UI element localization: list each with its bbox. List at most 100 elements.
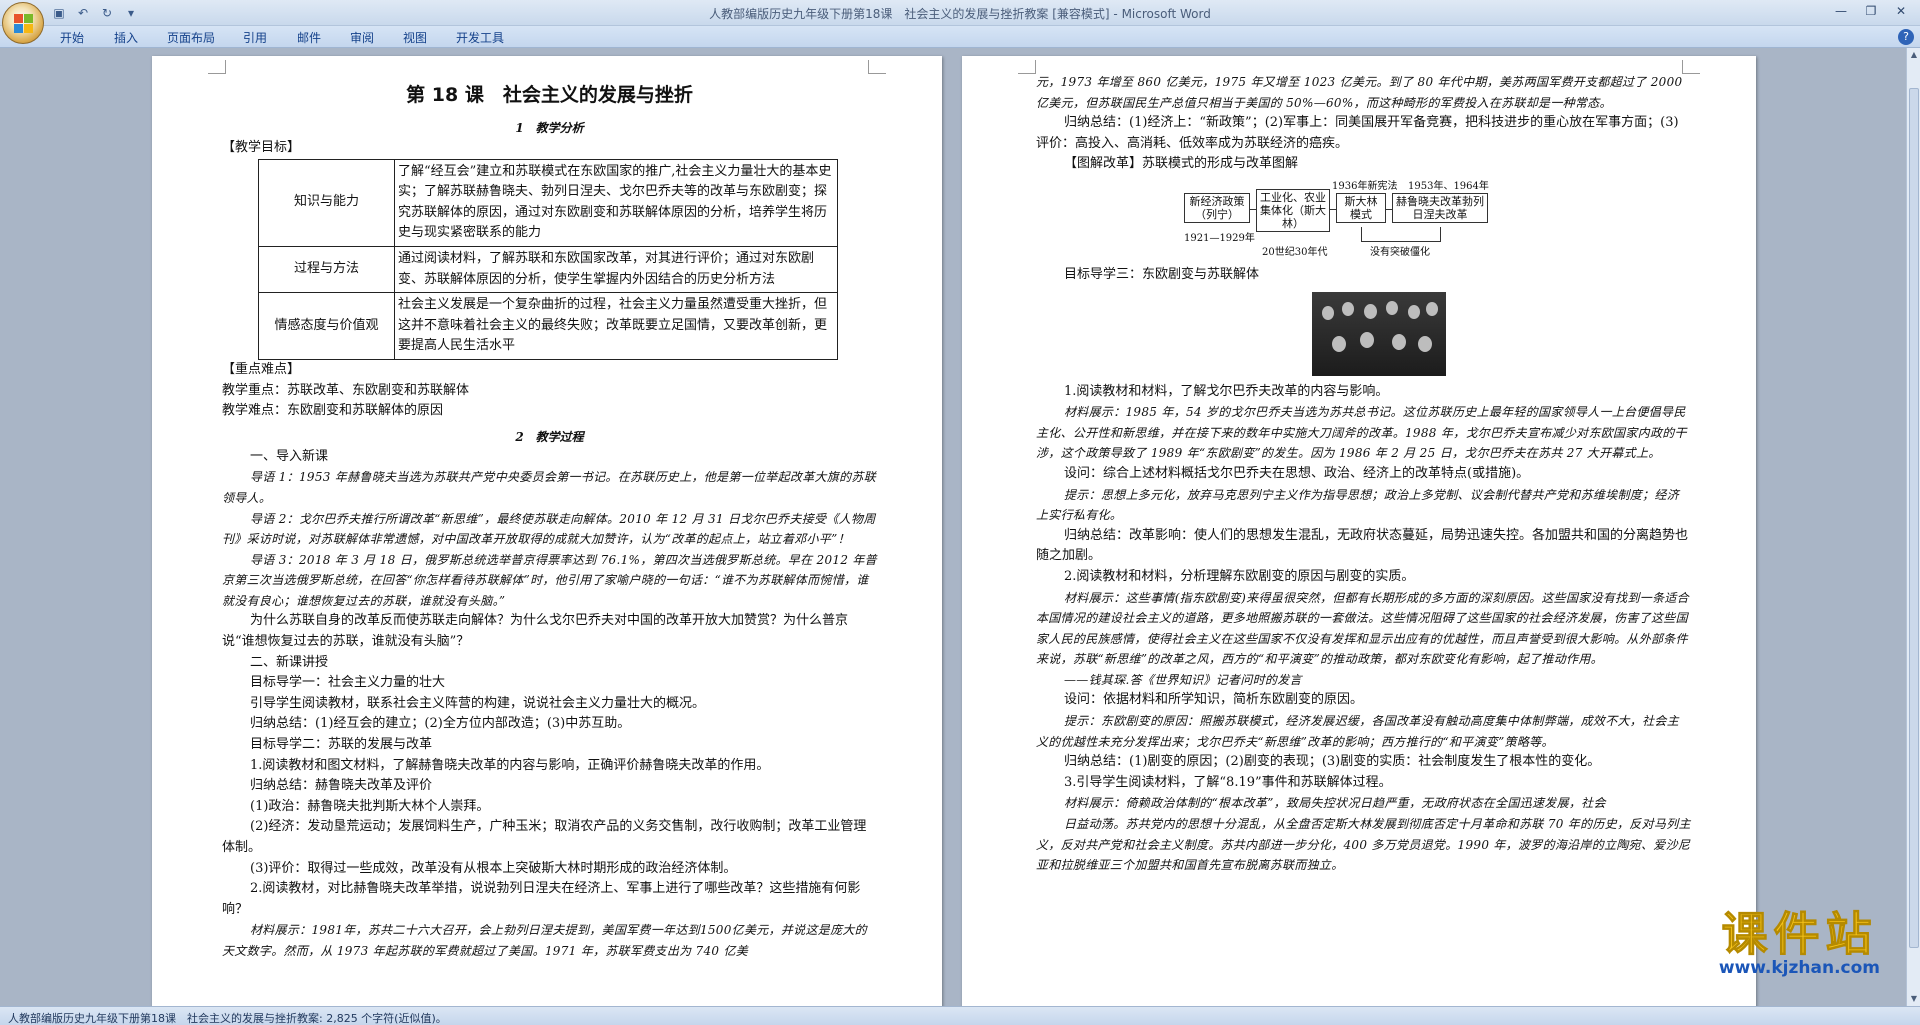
paragraph: 二、新课讲授 [250,654,329,670]
crop-mark [1018,60,1036,74]
watermark-logo: 课件站 www.kjzhan.com [1718,907,1880,979]
tab-home[interactable]: 开始 [60,29,84,46]
paragraph: 目标导学一：社会主义力量的壮大 [250,675,446,691]
window-title: 人教部编版历史九年级下册第18课 社会主义的发展与挫折教案 [兼容模式] - M… [709,7,1211,21]
minimize-icon[interactable]: — [1828,2,1854,20]
watermark-url: www.kjzhan.com [1718,958,1880,978]
paragraph: 归纳总结：(1)剧变的原因；(2)剧变的表现；(3)剧变的实质：社会制度发生了根… [1064,754,1601,770]
paragraph: 材料展示：这些事情(指东欧剧变)来得虽很突然，但都有长期形成的多方面的深刻原因。… [1036,590,1689,667]
vertical-scrollbar[interactable]: ▲ ▼ [1906,48,1920,1006]
table-row: 过程与方法 通过阅读材料，了解苏联和东欧国家改革，对其进行评价；通过对东欧剧变、… [258,245,838,294]
paragraph: 引导学生阅读教材，联系社会主义阵营的构建，说说社会主义力量壮大的概况。 [250,695,706,711]
paragraph: 材料展示：1985 年，54 岁的戈尔巴乔夫当选为苏共总书记。这位苏联历史上最年… [1036,405,1687,461]
paragraph: 导语 1：1953 年赫鲁晓夫当选为苏联共产党中央委员会第一书记。在苏联历史上，… [222,470,877,505]
historical-photo [1312,291,1446,376]
window-controls: — ❐ ✕ [1828,2,1914,20]
paragraph: 提示：东欧剧变的原因：照搬苏联模式，经济发展迟缓，各国改革没有触动高度集中体制弊… [1036,714,1680,749]
page-right[interactable]: 元，1973 年增至 860 亿美元，1975 年又增至 1023 亿美元。到了… [962,56,1756,1006]
tab-view[interactable]: 视图 [403,29,427,46]
watermark-text: 课件站 [1721,907,1878,961]
paragraph: 【图解改革】苏联模式的形成与改革图解 [1064,156,1299,172]
goal-value: 社会主义发展是一个复杂曲折的过程，社会主义力量虽然遭受重大挫折，但这并不意味着社… [394,292,838,360]
paragraph: 目标导学二：苏联的发展与改革 [250,737,433,753]
diagram-box: 新经济政策（列宁） [1184,192,1250,223]
goal-key: 知识与能力 [258,158,395,247]
paragraph: 提示：思想上多元化，放弃马克思列宁主义作为指导思想；政治上多党制、议会制代替共产… [1036,487,1680,523]
diagram-label: 1953年、1964年 [1408,180,1489,192]
paragraph: 为什么苏联自身的改革反而使苏联走向解体？为什么戈尔巴乔夫对中国的改革开放大加赞赏… [222,613,849,650]
scroll-down-icon[interactable]: ▼ [1909,994,1919,1004]
tab-developer[interactable]: 开发工具 [456,29,504,46]
diagram-box: 工业化、农业集体化（斯大林） [1256,188,1330,232]
diagram-connector [1361,240,1441,242]
diagram-label: 1936年新宪法 [1332,180,1398,192]
help-icon[interactable]: ? [1898,29,1914,45]
paragraph: 归纳总结：(1)经互会的建立；(2)全方位内部改造；(3)中苏互助。 [250,716,631,732]
diagram-label: 没有突破僵化 [1370,246,1430,258]
scroll-up-icon[interactable]: ▲ [1909,50,1919,60]
right-page-paragraphs-top: 元，1973 年增至 860 亿美元，1975 年又增至 1023 亿美元。到了… [1036,72,1691,175]
goal-value: 了解“经互会”建立和苏联模式在东欧国家的推广,社会主义力量壮大的基本史实；了解苏… [394,158,838,247]
paragraph: 材料展示：倚赖政治体制的“根本改革”，致局失控状况日趋严重，无政府状态在全国迅速… [1064,796,1606,811]
close-icon[interactable]: ✕ [1888,2,1914,20]
goals-label: 【教学目标】 [222,140,301,155]
paragraph: 归纳总结：赫鲁晓夫改革及评价 [250,778,433,794]
difficult-point: 教学难点：东欧剧变和苏联解体的原因 [222,403,444,419]
paragraph: 一、导入新课 [250,448,329,464]
diagram-label: 1921—1929年 [1184,232,1255,244]
office-logo-icon [14,14,34,34]
diagram-label: 20世纪30年代 [1262,246,1328,258]
key-label: 【重点难点】 [222,361,301,377]
tab-insert[interactable]: 插入 [114,29,138,46]
paragraph: 日益动荡。苏共党内的思想十分混乱，从全盘否定斯大林发展到彻底否定十月革命和苏联 … [1036,817,1691,873]
paragraph: (3)评价：取得过一些成效，改革没有从根本上突破斯大林时期形成的政治经济体制。 [250,860,737,876]
paragraph: 材料展示：1981年，苏共二十六大召开，会上勃列日涅夫提到，美国军费一年达到15… [222,923,867,958]
status-text: 人教部编版历史九年级下册第18课 社会主义的发展与挫折教案: 2,825 个字符… [8,1012,447,1025]
paragraph: 归纳总结：(1)经济上：“新政策”；(2)军事上：同美国展开军备竞赛，把科技进步… [1036,115,1679,151]
page-right-content[interactable]: 元，1973 年增至 860 亿美元，1975 年又增至 1023 亿美元。到了… [1036,72,1691,876]
paragraph: 2.阅读教材，对比赫鲁晓夫改革举措，说说勃列日涅夫在经济上、军事上进行了哪些改革… [222,881,861,917]
lesson-title: 第 18 课 社会主义的发展与挫折 [406,84,693,106]
document-area[interactable]: 第 18 课 社会主义的发展与挫折 1 教学分析 【教学目标】 知识与能力 了解… [0,48,1906,1006]
paragraph: 1.阅读教材和材料，了解戈尔巴乔夫改革的内容与影响。 [1064,383,1389,399]
table-row: 知识与能力 了解“经互会”建立和苏联模式在东欧国家的推广,社会主义力量壮大的基本… [258,158,838,247]
paragraph: 设问：依据材料和所学知识，简析东欧剧变的原因。 [1064,692,1364,708]
paragraph: (1)政治：赫鲁晓夫批判斯大林个人崇拜。 [250,798,490,814]
office-button[interactable] [2,2,44,44]
table-row: 情感态度与价值观 社会主义发展是一个复杂曲折的过程，社会主义力量虽然遭受重大挫折… [258,292,838,360]
tab-review[interactable]: 审阅 [350,29,374,46]
paragraph: ——钱其琛.答《世界知识》记者问时的发言 [1064,672,1302,687]
ribbon-tabs: 开始 插入 页面布局 引用 邮件 审阅 视图 开发工具 ? [0,26,1920,48]
page-left-content[interactable]: 第 18 课 社会主义的发展与挫折 1 教学分析 【教学目标】 知识与能力 了解… [222,70,877,962]
diagram-connector [1440,226,1441,241]
left-page-paragraphs: 一、导入新课导语 1：1953 年赫鲁晓夫当选为苏联共产党中央委员会第一书记。在… [222,447,877,962]
goal-key: 过程与方法 [258,245,395,294]
paragraph: 3.引导学生阅读材料，了解“8.19”事件和苏联解体过程。 [1064,774,1392,790]
section-title: 2 教学过程 [515,429,584,444]
title-bar: ▣ ↶ ↻ ▾ 人教部编版历史九年级下册第18课 社会主义的发展与挫折教案 [兼… [0,0,1920,44]
paragraph: 设问：综合上述材料概括戈尔巴乔夫在思想、政治、经济上的改革特点(或措施)。 [1064,465,1530,481]
paragraph: (2)经济：发动垦荒运动；发展饲料生产，广种玉米；取消农产品的义务交售制，改行收… [222,819,867,855]
section-title: 1 教学分析 [515,121,584,135]
key-point: 教学重点：苏联改革、东欧剧变和苏联解体 [222,382,470,398]
diagram-connector [1361,226,1362,241]
paragraph: 元，1973 年增至 860 亿美元，1975 年又增至 1023 亿美元。到了… [1036,75,1683,110]
right-page-paragraphs-bottom: 1.阅读教材和材料，了解戈尔巴乔夫改革的内容与影响。材料展示：1985 年，54… [1036,382,1691,876]
tab-page-layout[interactable]: 页面布局 [167,29,215,46]
paragraph: 导语 2：戈尔巴乔夫推行所谓改革“新思维”，最终使苏联走向解体。2010 年 1… [222,511,876,547]
target-heading: 目标导学三：东欧剧变与苏联解体 [1064,266,1260,282]
scrollbar-thumb[interactable] [1909,88,1919,948]
goal-value: 通过阅读材料，了解苏联和东欧国家改革，对其进行评价；通过对东欧剧变、苏联解体原因… [394,245,838,294]
tab-references[interactable]: 引用 [243,29,267,46]
tab-mailings[interactable]: 邮件 [297,29,321,46]
goals-table: 知识与能力 了解“经互会”建立和苏联模式在东欧国家的推广,社会主义力量壮大的基本… [258,158,838,360]
page-left[interactable]: 第 18 课 社会主义的发展与挫折 1 教学分析 【教学目标】 知识与能力 了解… [152,56,942,1006]
paragraph: 1.阅读教材和图文材料，了解赫鲁晓夫改革的内容与影响，正确评价赫鲁晓夫改革的作用… [250,757,770,773]
paragraph: 归纳总结：改革影响：使人们的思想发生混乱，无政府状态蔓延，局势迅速失控。各加盟共… [1036,527,1689,564]
maximize-icon[interactable]: ❐ [1858,2,1884,20]
diagram-box: 斯大林模式 [1336,192,1386,223]
paragraph: 2.阅读教材和材料，分析理解东欧剧变的原因与剧变的实质。 [1064,568,1415,584]
diagram-box: 赫鲁晓夫改革勃列日涅夫改革 [1392,192,1488,223]
status-bar: 人教部编版历史九年级下册第18课 社会主义的发展与挫折教案: 2,825 个字符… [0,1006,1920,1025]
paragraph: 导语 3：2018 年 3 月 18 日，俄罗斯总统选举普京得票率达到 76.1… [222,552,877,608]
